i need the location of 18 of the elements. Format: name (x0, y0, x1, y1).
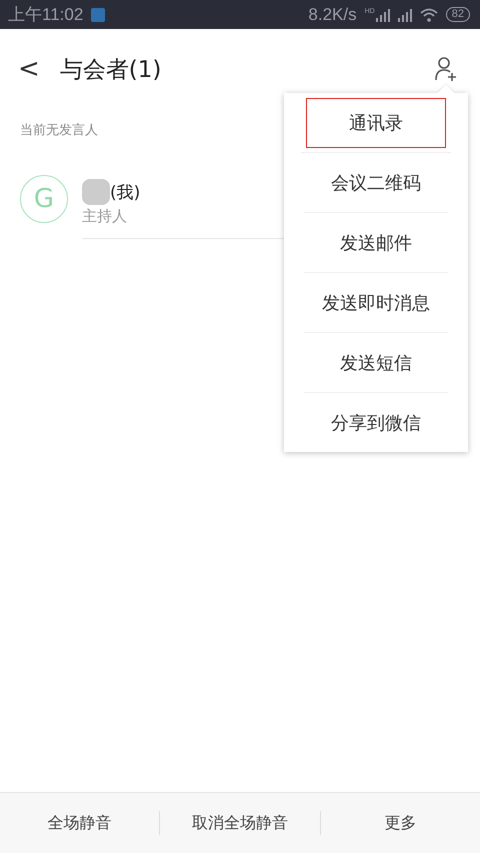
toolbar-button[interactable]: 取消全场静音 (160, 812, 320, 834)
signal-icon (398, 8, 412, 22)
battery-level: 82 (446, 7, 470, 22)
page-title: 与会者(1) (60, 56, 162, 84)
participant-name[interactable]: (我) (110, 180, 140, 204)
app-notification-icon (91, 8, 106, 22)
avatar: G (20, 175, 68, 223)
back-button[interactable]: < (14, 54, 44, 84)
toolbar-button[interactable]: 更多 (320, 812, 480, 834)
participant-role: 主持人 (82, 207, 128, 226)
signal-icon (376, 8, 390, 22)
toolbar-button[interactable]: 全场静音 (0, 812, 160, 834)
status-time: 上午11:02 (8, 4, 84, 26)
menu-item[interactable]: 通讯录 (301, 93, 451, 153)
section-label: 当前无发言人 (20, 122, 98, 139)
wifi-icon (420, 8, 438, 22)
add-person-icon[interactable] (434, 56, 458, 82)
network-speed: 8.2K/s (308, 4, 357, 24)
